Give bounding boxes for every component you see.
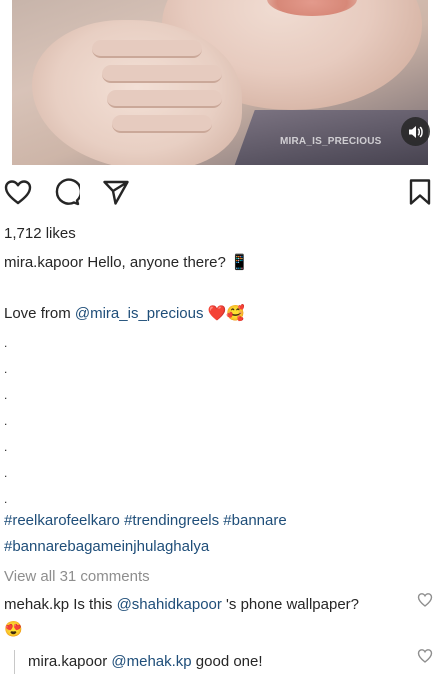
hashtags-line-1[interactable]: #reelkarofeelkaro #trendingreels #bannar… bbox=[4, 511, 287, 531]
caption-dot: . bbox=[4, 492, 8, 506]
post-video[interactable]: MIRA_IS_PRECIOUS bbox=[0, 0, 442, 165]
reply-username[interactable]: mira.kapoor bbox=[28, 653, 107, 670]
post-action-bar bbox=[0, 176, 442, 212]
sound-toggle-button[interactable] bbox=[401, 117, 430, 146]
bookmark-outline-icon bbox=[409, 179, 431, 205]
comment-text-after: 's phone wallpaper? bbox=[221, 596, 359, 613]
video-finger bbox=[92, 40, 202, 58]
caption: mira.kapoor Hello, anyone there? 📱 bbox=[4, 253, 249, 273]
comment-username[interactable]: mehak.kp bbox=[4, 596, 69, 613]
heart-outline-icon bbox=[4, 180, 32, 205]
speaker-icon bbox=[408, 125, 423, 138]
paper-plane-icon bbox=[103, 180, 129, 205]
caption-dot: . bbox=[4, 440, 8, 454]
video-watermark: MIRA_IS_PRECIOUS bbox=[280, 136, 382, 147]
caption-text: Hello, anyone there? 📱 bbox=[87, 254, 249, 271]
caption-author[interactable]: mira.kapoor bbox=[4, 254, 83, 271]
comment-like-icon[interactable] bbox=[417, 592, 433, 608]
comment-text-before: Is this bbox=[73, 596, 117, 613]
save-button[interactable] bbox=[404, 176, 436, 208]
caption-dot: . bbox=[4, 388, 8, 402]
reply-mention-link[interactable]: @mehak.kp bbox=[111, 653, 191, 670]
comment-bubble-icon bbox=[55, 178, 80, 206]
comment-button[interactable] bbox=[50, 176, 82, 208]
caption-dot: . bbox=[4, 414, 8, 428]
love-mention-link[interactable]: @mira_is_precious bbox=[75, 305, 204, 322]
comment-emoji-line: 😍 bbox=[4, 621, 23, 638]
share-button[interactable] bbox=[100, 176, 132, 208]
love-prefix: Love from bbox=[4, 305, 75, 322]
video-finger bbox=[102, 65, 222, 83]
comment-mention-link[interactable]: @shahidkapoor bbox=[117, 596, 222, 613]
like-button[interactable] bbox=[2, 176, 34, 208]
reply-text: good one! bbox=[191, 653, 263, 670]
video-finger bbox=[107, 90, 222, 108]
love-emoji: ❤️🥰 bbox=[207, 305, 246, 322]
view-all-comments-link[interactable]: View all 31 comments bbox=[4, 567, 150, 587]
reply-item: mira.kapoor @mehak.kp good one! bbox=[28, 652, 428, 672]
reply-thread-line bbox=[14, 650, 15, 674]
caption-dot: . bbox=[4, 466, 8, 480]
hashtags-line-2[interactable]: #bannarebagameinjhulaghalya bbox=[4, 537, 209, 557]
caption-dot: . bbox=[4, 362, 8, 376]
caption-love-line: Love from @mira_is_precious ❤️🥰 bbox=[4, 304, 245, 324]
video-finger bbox=[112, 115, 212, 133]
comment-item: mehak.kp Is this @shahidkapoor 's phone … bbox=[4, 595, 404, 615]
likes-count[interactable]: 1,712 likes bbox=[4, 224, 76, 244]
reply-like-icon[interactable] bbox=[417, 648, 433, 664]
caption-dot: . bbox=[4, 336, 8, 350]
